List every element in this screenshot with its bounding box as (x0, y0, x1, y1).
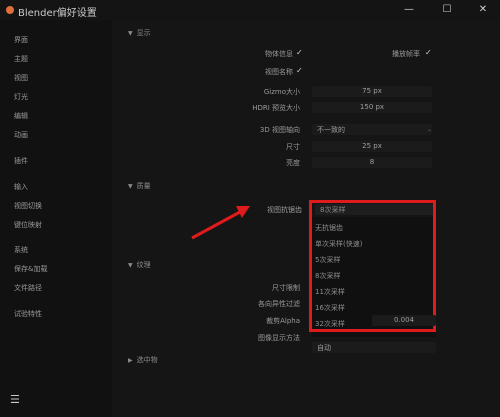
sidebar: 界面 主题 视图 灯光 编辑 动画 插件 输入 视图切换 键位映射 系统 保存&… (0, 20, 112, 417)
preferences-panel: ▼ 显示 物体信息 ✓ 播放帧率 ✓ 视图名称 ✓ Gizmo大小 75 px H… (112, 20, 500, 417)
red-arrow-annotation (191, 206, 250, 240)
size-limit-label: 尺寸限制 (272, 284, 300, 292)
playback-fps-label: 播放帧率 (392, 50, 420, 58)
sidebar-item-addons[interactable]: 插件 (14, 156, 28, 166)
section-display[interactable]: ▼ 显示 (128, 28, 151, 38)
anisotropic-filter-label: 各向异性过滤 (258, 300, 300, 308)
close-button[interactable]: ✕ (476, 3, 490, 17)
sidebar-item-interface[interactable]: 界面 (14, 35, 28, 45)
sidebar-item-editing[interactable]: 编辑 (14, 111, 28, 121)
section-selection[interactable]: ▶ 选中物 (128, 355, 158, 365)
sidebar-item-keymap[interactable]: 键位映射 (14, 220, 42, 230)
sidebar-item-navigation[interactable]: 视图切换 (14, 201, 42, 211)
maximize-button[interactable]: ☐ (440, 3, 454, 17)
image-display-label: 图像显示方法 (258, 334, 300, 342)
sidebar-item-viewport[interactable]: 视图 (14, 73, 28, 83)
view-name-checkbox[interactable]: ✓ (296, 66, 303, 75)
highlight-box (309, 200, 436, 332)
hamburger-icon[interactable]: ☰ (10, 394, 20, 405)
view-name-label: 视图名称 (265, 68, 293, 76)
playback-fps-checkbox[interactable]: ✓ (425, 48, 432, 57)
chevron-down-icon: ▼ (128, 30, 133, 37)
chevron-down-icon: ▼ (128, 183, 133, 190)
window-title: Blender偏好设置 (18, 8, 97, 19)
object-info-label: 物体信息 (265, 50, 293, 58)
gizmo-size-field[interactable]: 75 px (312, 86, 432, 97)
sidebar-item-theme[interactable]: 主题 (14, 54, 28, 64)
view3d-axis-dropdown[interactable]: 不一致的 (312, 124, 432, 135)
chevron-down-icon: ▼ (128, 262, 133, 269)
minimize-button[interactable]: — (402, 3, 416, 17)
sidebar-item-save-load[interactable]: 保存&加载 (14, 264, 47, 274)
object-info-checkbox[interactable]: ✓ (296, 48, 303, 57)
size-field[interactable]: 25 px (312, 141, 432, 152)
sidebar-item-system[interactable]: 系统 (14, 245, 28, 255)
sidebar-item-experimental[interactable]: 试验特性 (14, 309, 42, 319)
chevron-down-icon: ⌄ (427, 126, 433, 133)
clip-alpha-label: 裁剪Alpha (266, 317, 300, 325)
sidebar-item-file-paths[interactable]: 文件路径 (14, 283, 42, 293)
title-bar: Blender偏好设置 — ☐ ✕ (0, 0, 500, 20)
sidebar-item-input[interactable]: 输入 (14, 182, 28, 192)
brightness-field[interactable]: 8 (312, 157, 432, 168)
section-texture[interactable]: ▼ 纹理 (128, 260, 151, 270)
blender-logo-icon (6, 6, 14, 14)
sidebar-item-lights[interactable]: 灯光 (14, 92, 28, 102)
image-display-dropdown[interactable]: 自动 (312, 342, 436, 353)
hdri-preview-label: HDRI 预览大小 (252, 104, 300, 112)
chevron-right-icon: ▶ (128, 357, 133, 364)
hdri-preview-field[interactable]: 150 px (312, 102, 432, 113)
section-quality[interactable]: ▼ 质量 (128, 181, 151, 191)
brightness-label: 亮度 (286, 159, 300, 167)
view3d-axis-label: 3D 视图轴向 (259, 126, 300, 134)
gizmo-size-label: Gizmo大小 (263, 88, 300, 96)
clip-alpha-field[interactable]: 0.004 (372, 315, 436, 326)
size-label: 尺寸 (286, 143, 300, 151)
sidebar-item-animation[interactable]: 动画 (14, 130, 28, 140)
